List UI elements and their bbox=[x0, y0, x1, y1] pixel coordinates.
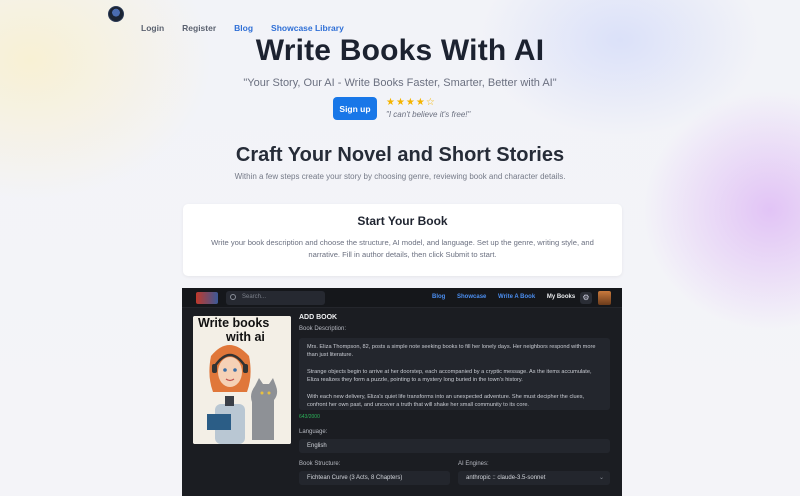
nav-login-link[interactable]: Login bbox=[141, 23, 164, 33]
signup-button[interactable]: Sign up bbox=[333, 97, 377, 120]
engines-label: AI Engines: bbox=[458, 461, 489, 467]
structure-select: Fichtean Curve (3 Acts, 8 Chapters) bbox=[299, 471, 450, 485]
app-nav-write: Write A Book bbox=[498, 294, 536, 300]
site-logo[interactable] bbox=[108, 6, 124, 22]
cover-title: Write books with ai bbox=[198, 316, 269, 344]
nav-showcase-link[interactable]: Showcase Library bbox=[271, 23, 344, 33]
nav-register-link[interactable]: Register bbox=[182, 23, 216, 33]
hero-tagline: "Your Story, Our AI - Write Books Faster… bbox=[243, 77, 557, 89]
cover-title-line1: Write books bbox=[198, 316, 270, 330]
description-textarea: Mrs. Eliza Thompson, 82, posts a simple … bbox=[299, 338, 610, 410]
hero-title: Write Books With AI bbox=[255, 34, 545, 67]
engines-value: anthropic :: claude-3.5-sonnet bbox=[466, 475, 546, 481]
cover-title-line2: with ai bbox=[226, 330, 265, 344]
char-counter: 643/2000 bbox=[299, 414, 320, 420]
language-label: Language: bbox=[299, 429, 328, 435]
structure-label: Book Structure: bbox=[299, 461, 341, 467]
gear-icon: ⚙ bbox=[580, 292, 592, 304]
app-nav-my-books: My Books bbox=[546, 294, 576, 300]
description-paragraph: With each new delivery, Eliza's quiet li… bbox=[307, 393, 585, 409]
top-nav: Login Register Blog Showcase Library bbox=[141, 23, 362, 33]
description-paragraph: Mrs. Eliza Thompson, 82, posts a simple … bbox=[307, 344, 596, 359]
testimonial-quote: "I can't believe it's free!" bbox=[386, 110, 471, 119]
description-label: Book Description: bbox=[299, 326, 347, 332]
search-icon bbox=[230, 294, 236, 300]
app-nav: Blog Showcase Write A Book My Books bbox=[432, 294, 585, 300]
app-nav-showcase: Showcase bbox=[457, 294, 487, 300]
add-book-heading: ADD BOOK bbox=[299, 314, 338, 321]
card-title: Start Your Book bbox=[357, 214, 448, 228]
language-value: English bbox=[307, 443, 327, 449]
book-cover-illustration: Write books with ai bbox=[193, 316, 291, 444]
description-paragraph: Strange objects begin to arrive at her d… bbox=[307, 368, 592, 384]
rating-stars: ★★★★☆ bbox=[386, 97, 436, 108]
engines-select: anthropic :: claude-3.5-sonnet ⌄ bbox=[458, 471, 610, 485]
nav-blog-link[interactable]: Blog bbox=[234, 23, 253, 33]
card-text: Write your book description and choose t… bbox=[211, 238, 594, 259]
app-topbar: Search... Blog Showcase Write A Book My … bbox=[182, 288, 622, 308]
language-field: English bbox=[299, 439, 610, 453]
app-search-input: Search... bbox=[226, 291, 325, 305]
section-subtitle: Within a few steps create your story by … bbox=[234, 172, 566, 181]
app-logo bbox=[196, 292, 218, 304]
chevron-down-icon: ⌄ bbox=[598, 475, 604, 481]
structure-value: Fichtean Curve (3 Acts, 8 Chapters) bbox=[307, 475, 403, 481]
app-search-placeholder: Search... bbox=[242, 294, 267, 300]
start-book-card: Start Your Book Write your book descript… bbox=[183, 204, 622, 276]
app-nav-blog: Blog bbox=[432, 294, 446, 300]
app-screenshot: Search... Blog Showcase Write A Book My … bbox=[182, 288, 622, 496]
avatar bbox=[598, 291, 611, 305]
section-title: Craft Your Novel and Short Stories bbox=[235, 144, 565, 166]
